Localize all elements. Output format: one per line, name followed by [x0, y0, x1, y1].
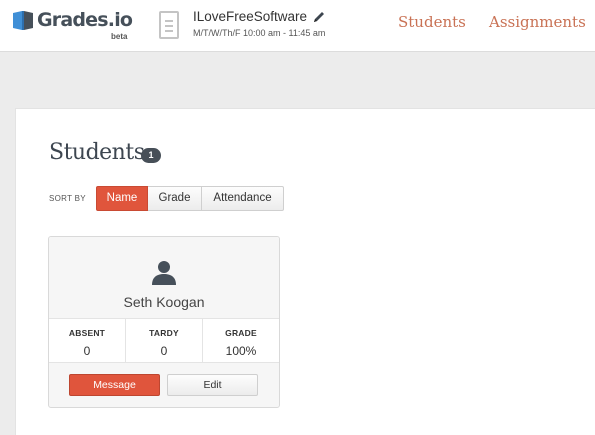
sort-by-name-button[interactable]: Name — [96, 186, 148, 211]
pencil-icon[interactable] — [312, 10, 326, 24]
sort-label: SORT BY — [49, 194, 86, 203]
beta-label: beta — [111, 32, 128, 41]
student-card: Seth Koogan ABSENT 0 TARDY 0 GRADE 100% … — [48, 236, 280, 408]
message-button[interactable]: Message — [69, 374, 160, 396]
class-schedule: M/T/W/Th/F 10:00 am - 11:45 am — [193, 28, 326, 38]
book-logo-icon — [13, 11, 33, 30]
student-count-badge: 1 — [141, 148, 161, 163]
document-icon — [159, 11, 179, 39]
edit-button[interactable]: Edit — [167, 374, 258, 396]
sort-button-group: Name Grade Attendance — [96, 186, 284, 211]
nav-assignments[interactable]: Assignments — [489, 13, 586, 31]
page-title: Students — [49, 140, 145, 165]
app-logo[interactable]: Grades.io beta — [11, 8, 141, 44]
stat-label: TARDY — [149, 328, 179, 338]
sort-by-grade-button[interactable]: Grade — [148, 186, 202, 211]
logo-text: Grades.io — [37, 9, 133, 31]
student-name[interactable]: Seth Koogan — [49, 294, 279, 310]
student-stats: ABSENT 0 TARDY 0 GRADE 100% — [49, 318, 279, 363]
stat-absent: ABSENT 0 — [49, 319, 126, 362]
top-header: Grades.io beta ILoveFreeSoftware M/T/W/T… — [0, 0, 595, 52]
stat-label: GRADE — [225, 328, 257, 338]
nav-students[interactable]: Students — [398, 13, 466, 31]
user-avatar-icon — [152, 261, 176, 285]
stat-value: 100% — [225, 344, 257, 358]
stat-tardy: TARDY 0 — [126, 319, 203, 362]
stat-grade: GRADE 100% — [203, 319, 279, 362]
class-name[interactable]: ILoveFreeSoftware — [193, 9, 307, 24]
stat-value: 0 — [83, 344, 91, 358]
sort-by-attendance-button[interactable]: Attendance — [202, 186, 284, 211]
stat-value: 0 — [160, 344, 168, 358]
student-card-header: Seth Koogan — [49, 237, 279, 317]
stat-label: ABSENT — [68, 328, 106, 338]
